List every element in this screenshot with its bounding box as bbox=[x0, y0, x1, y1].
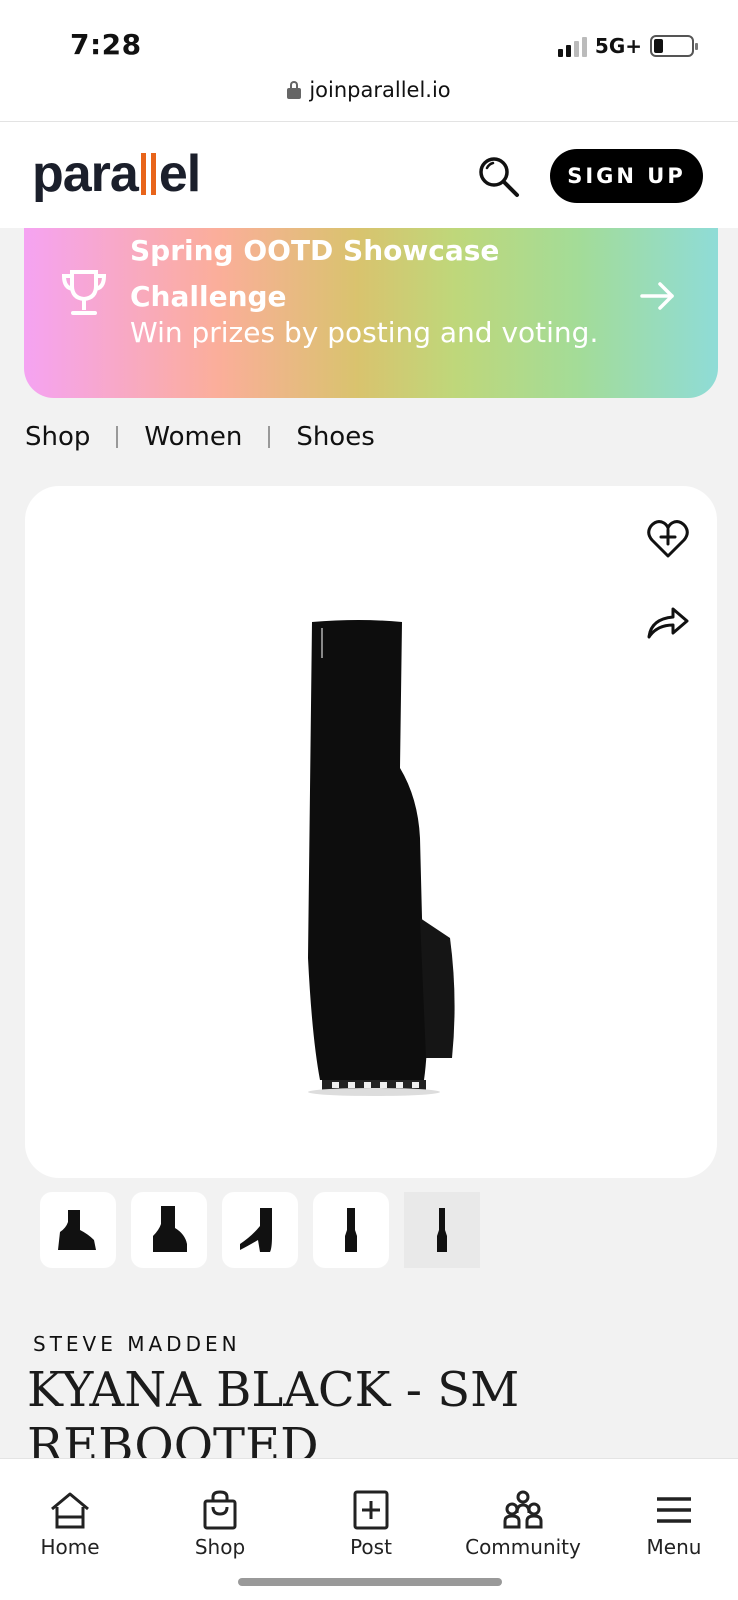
thumbnail-3[interactable] bbox=[222, 1192, 298, 1268]
boot-thumbnail-image bbox=[345, 1208, 357, 1252]
address-bar[interactable]: joinparallel.io bbox=[0, 78, 738, 102]
boot-thumbnail-image bbox=[58, 1210, 96, 1250]
breadcrumb-separator bbox=[268, 426, 271, 448]
status-indicators: 5G+ bbox=[557, 34, 698, 58]
arrow-right-icon[interactable] bbox=[638, 276, 678, 316]
community-icon bbox=[503, 1490, 543, 1529]
banner-subtitle: Win prizes by posting and voting. bbox=[130, 316, 599, 349]
plus-square-icon bbox=[353, 1490, 389, 1530]
nav-shop-label: Shop bbox=[194, 1535, 246, 1559]
banner-title: Spring OOTD Showcase Challenge bbox=[130, 234, 500, 313]
search-button[interactable] bbox=[476, 154, 522, 200]
status-time: 7:28 bbox=[70, 28, 142, 61]
nav-menu[interactable]: Menu bbox=[604, 1489, 738, 1559]
product-image-boot bbox=[308, 620, 455, 1096]
network-type: 5G+ bbox=[594, 34, 642, 58]
signal-icon bbox=[557, 35, 587, 57]
share-icon[interactable] bbox=[645, 601, 691, 641]
sign-up-button[interactable]: SIGN UP bbox=[550, 149, 703, 203]
trophy-icon bbox=[61, 270, 107, 315]
nav-community-label: Community bbox=[465, 1535, 581, 1559]
nav-post[interactable]: Post bbox=[301, 1489, 441, 1559]
search-icon bbox=[479, 157, 519, 197]
url-text: joinparallel.io bbox=[309, 78, 451, 102]
battery-icon bbox=[650, 35, 698, 57]
home-indicator[interactable] bbox=[238, 1578, 502, 1586]
boot-thumbnail-image bbox=[240, 1208, 272, 1252]
home-icon bbox=[51, 1492, 89, 1529]
nav-home[interactable]: Home bbox=[0, 1489, 140, 1559]
breadcrumb-shoes[interactable]: Shoes bbox=[296, 422, 374, 452]
boot-thumbnail-image bbox=[153, 1206, 187, 1252]
thumbnail-2[interactable] bbox=[131, 1192, 207, 1268]
nav-shop[interactable]: Shop bbox=[150, 1489, 290, 1559]
boot-thumbnail-image bbox=[437, 1208, 447, 1252]
thumbnail-1[interactable] bbox=[40, 1192, 116, 1268]
browser-status-bar: 7:28 5G+ joinparallel.io bbox=[0, 0, 738, 122]
lock-icon bbox=[287, 81, 302, 99]
thumbnail-strip bbox=[40, 1192, 480, 1268]
thumbnail-5[interactable] bbox=[404, 1192, 480, 1268]
breadcrumb-women[interactable]: Women bbox=[144, 422, 242, 452]
product-title: KYANA BLACK - SM REBOOTED bbox=[27, 1362, 520, 1458]
product-brand[interactable]: STEVE MADDEN bbox=[33, 1332, 241, 1356]
nav-community[interactable]: Community bbox=[453, 1489, 593, 1559]
breadcrumb: Shop Women Shoes bbox=[25, 422, 375, 452]
nav-home-label: Home bbox=[40, 1535, 100, 1559]
breadcrumb-separator bbox=[116, 426, 119, 448]
shopping-bag-icon bbox=[203, 1490, 237, 1530]
breadcrumb-shop[interactable]: Shop bbox=[25, 422, 90, 452]
heart-plus-icon[interactable] bbox=[645, 516, 691, 562]
site-header: para el SIGN UP bbox=[0, 122, 738, 228]
nav-menu-label: Menu bbox=[646, 1535, 702, 1559]
thumbnail-4[interactable] bbox=[313, 1192, 389, 1268]
menu-icon bbox=[657, 1497, 691, 1523]
challenge-banner[interactable]: Spring OOTD Showcase Challenge Win prize… bbox=[24, 228, 718, 398]
parallel-logo[interactable]: para el bbox=[32, 144, 201, 204]
nav-post-label: Post bbox=[350, 1535, 392, 1559]
product-image-card[interactable] bbox=[25, 486, 717, 1178]
